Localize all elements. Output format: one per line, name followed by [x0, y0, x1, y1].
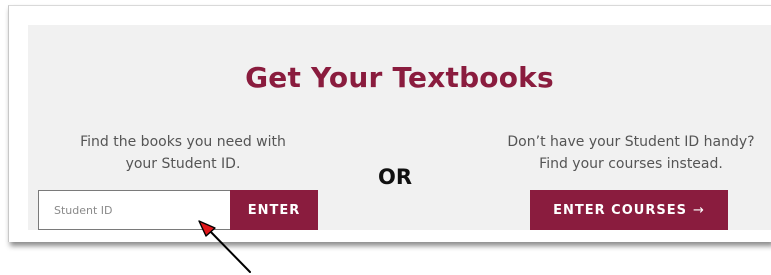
pointer-arrow-shaft [206, 227, 251, 273]
pointer-arrow-icon [198, 220, 251, 273]
